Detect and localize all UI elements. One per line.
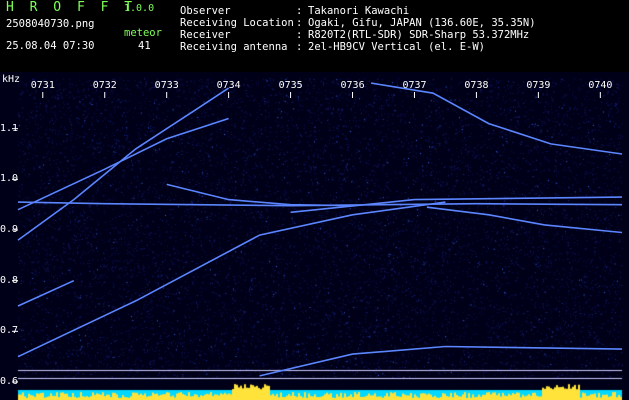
x-tick-label: 0737 bbox=[402, 80, 427, 91]
x-tick-label: 0739 bbox=[526, 80, 551, 91]
x-tick-label: 0735 bbox=[278, 80, 303, 91]
app-title: H R O F F T bbox=[6, 0, 137, 15]
header-panel: H R O F F T 1.0.0 2508040730.png meteor … bbox=[0, 0, 629, 72]
event-count: 41 bbox=[138, 40, 151, 52]
info-colon: : bbox=[296, 29, 303, 41]
app-version: 1.0.0 bbox=[124, 3, 155, 14]
info-colon: : bbox=[296, 41, 303, 53]
x-tick-label: 0733 bbox=[154, 80, 179, 91]
x-tick-label: 0738 bbox=[464, 80, 489, 91]
x-tick-label: 0731 bbox=[30, 80, 55, 91]
antenna-value: 2el-HB9CV Vertical (el. E-W) bbox=[308, 41, 486, 53]
y-tick-label: 1.1 bbox=[0, 122, 19, 134]
capture-filename: 2508040730.png bbox=[6, 18, 95, 30]
receiver-key: Receiver bbox=[180, 29, 231, 41]
y-tick-label: 0.6 bbox=[0, 376, 19, 387]
x-tick-label: 0740 bbox=[588, 80, 613, 91]
y-tick-label: 0.9 bbox=[0, 224, 19, 235]
observer-value: Takanori Kawachi bbox=[308, 5, 410, 17]
y-tick-label: 0.7 bbox=[0, 325, 19, 337]
info-colon: : bbox=[296, 17, 303, 29]
capture-datetime: 25.08.04 07:30 bbox=[6, 40, 95, 52]
y-tick-label: 1.0 bbox=[0, 173, 19, 185]
observer-key: Observer bbox=[180, 5, 231, 17]
antenna-key: Receiving antenna bbox=[180, 41, 288, 53]
y-tick-label: 0.8 bbox=[0, 274, 19, 286]
info-colon: : bbox=[296, 5, 303, 17]
x-tick-label: 0736 bbox=[340, 80, 365, 91]
event-label: meteor bbox=[124, 27, 162, 39]
location-value: Ogaki, Gifu, JAPAN (136.60E, 35.35N) bbox=[308, 17, 536, 29]
x-tick-label: 0732 bbox=[92, 80, 117, 91]
y-unit-label: kHz bbox=[2, 74, 21, 85]
spectrogram-canvas bbox=[0, 72, 629, 400]
location-key: Receiving Location bbox=[180, 17, 294, 29]
x-tick-label: 0734 bbox=[216, 80, 241, 91]
receiver-value: R820T2(RTL-SDR) SDR-Sharp 53.372MHz bbox=[308, 29, 530, 41]
